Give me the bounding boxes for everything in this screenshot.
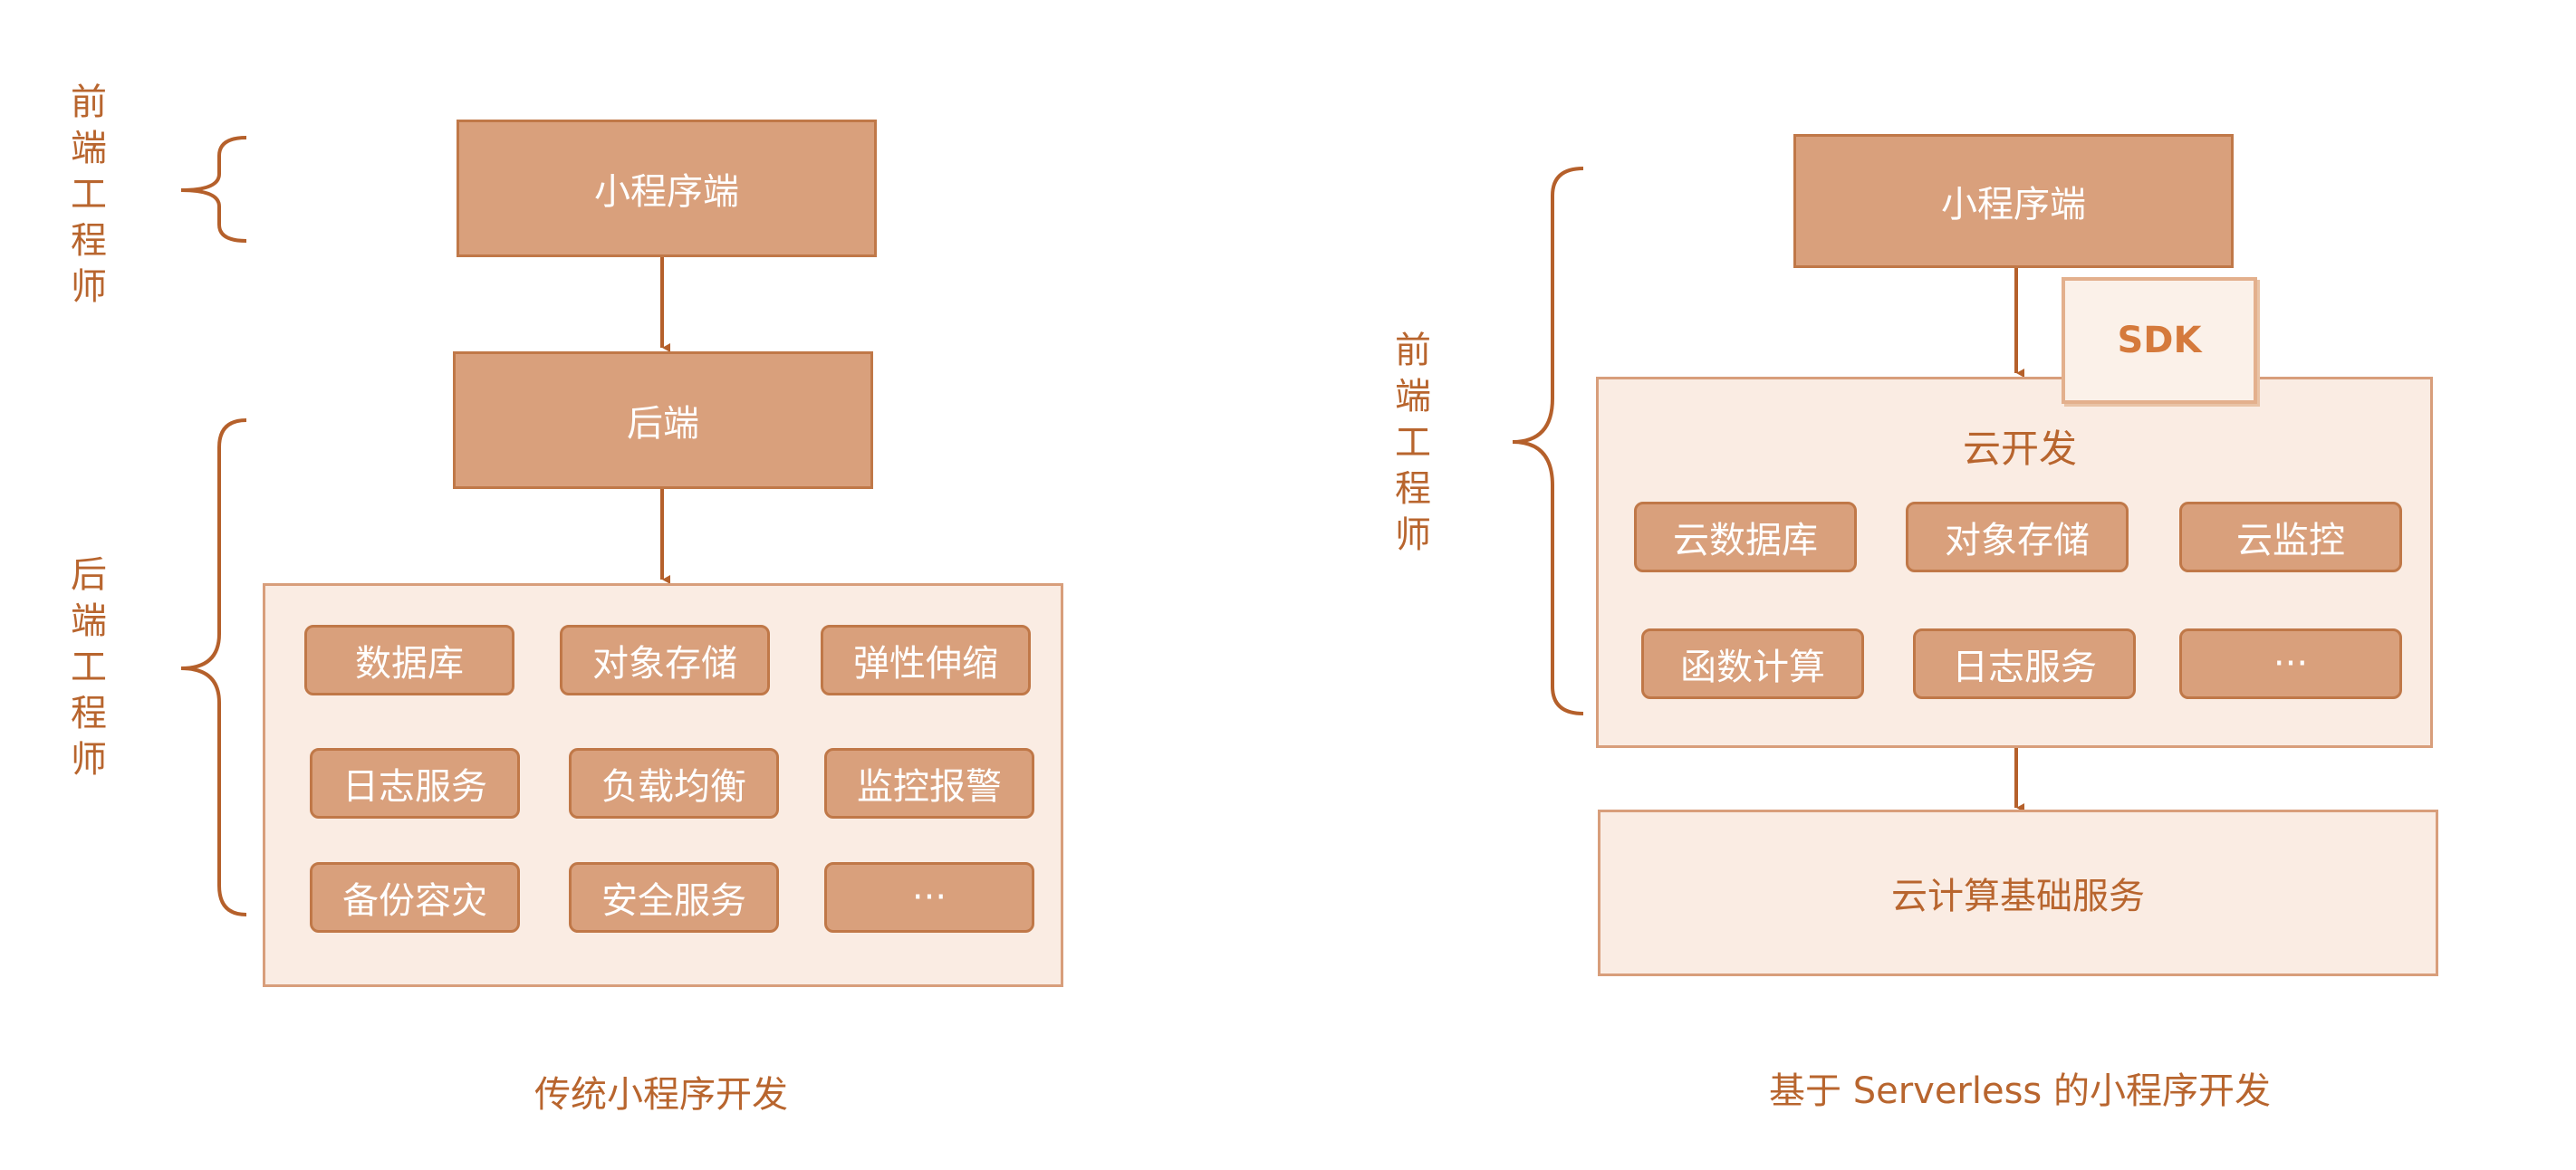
cloud-service-chip: 函数计算 xyxy=(1641,628,1864,699)
right-caption: 基于 Serverless 的小程序开发 xyxy=(1768,1070,2271,1112)
cloud-service-chip: 对象存储 xyxy=(1906,502,2129,572)
sdk-note: SDK xyxy=(2062,277,2257,404)
cloud-dev-title: 云开发 xyxy=(1962,427,2077,471)
left-service-chip: 对象存储 xyxy=(560,625,770,695)
cloud-base-services-box: 云计算基础服务 xyxy=(1598,810,2438,976)
left-backend-engineer-label: 后 端 工 程 师 xyxy=(71,554,107,781)
right-frontend-brace xyxy=(1512,167,1584,715)
left-service-chip: ··· xyxy=(824,862,1034,933)
left-service-chip: 监控报警 xyxy=(824,748,1034,819)
left-backend-box: 后端 xyxy=(453,351,873,489)
left-backend-brace xyxy=(180,418,247,916)
left-caption: 传统小程序开发 xyxy=(534,1074,788,1116)
right-frontend-engineer-label: 前 端 工 程 师 xyxy=(1395,330,1431,556)
left-service-chip: 负载均衡 xyxy=(569,748,779,819)
left-frontend-engineer-label: 前 端 工 程 师 xyxy=(71,82,107,308)
left-service-chip: 数据库 xyxy=(304,625,514,695)
cloud-service-chip: 日志服务 xyxy=(1913,628,2136,699)
left-miniprogram-box: 小程序端 xyxy=(457,120,877,257)
cloud-service-chip: ··· xyxy=(2179,628,2402,699)
left-service-chip: 安全服务 xyxy=(569,862,779,933)
cloud-service-chip: 云数据库 xyxy=(1634,502,1857,572)
left-frontend-brace xyxy=(180,136,247,243)
right-miniprogram-box: 小程序端 xyxy=(1793,134,2234,268)
cloud-service-chip: 云监控 xyxy=(2179,502,2402,572)
left-service-chip: 日志服务 xyxy=(310,748,520,819)
left-service-chip: 备份容灾 xyxy=(310,862,520,933)
left-service-chip: 弹性伸缩 xyxy=(821,625,1031,695)
